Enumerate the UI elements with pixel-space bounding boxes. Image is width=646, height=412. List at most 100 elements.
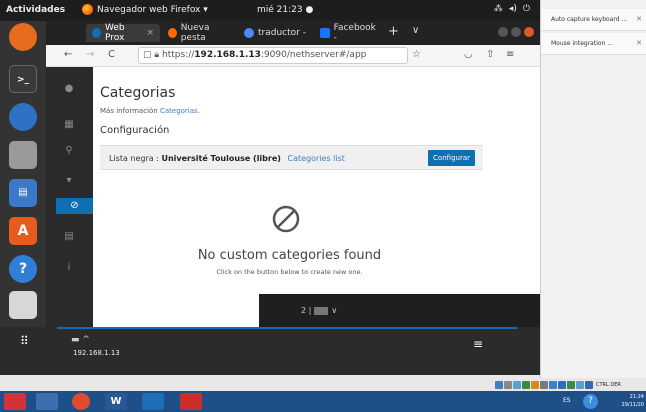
blacklist-label: Lista negra : xyxy=(109,154,159,163)
ip-address: 192.168.1.13 xyxy=(73,349,120,357)
software-dock-icon[interactable]: A xyxy=(9,217,37,245)
language-indicator[interactable]: ES xyxy=(563,397,571,404)
tab-label: traductor - xyxy=(258,28,306,38)
chrome-icon[interactable] xyxy=(72,393,90,410)
virtual-machine-display[interactable]: Actividades Navegador web Firefox ▾ mié … xyxy=(0,0,540,375)
sidebar-item-dashboard[interactable]: ● xyxy=(60,81,78,97)
tab-translator[interactable]: traductor - xyxy=(238,24,312,42)
show-apps-icon[interactable]: ⠿ xyxy=(20,334,36,350)
close-tab-icon[interactable]: × xyxy=(146,28,154,38)
bookmark-star-icon[interactable]: ☆ xyxy=(412,49,421,60)
tab-favicon xyxy=(244,28,254,38)
clock[interactable]: mié 21:23 ● xyxy=(257,5,313,15)
activities-button[interactable]: Actividades xyxy=(6,5,65,15)
usb-icon[interactable] xyxy=(531,381,539,389)
power-icon[interactable]: ⏻ xyxy=(523,4,530,14)
shield-icon: ▢ xyxy=(143,50,155,60)
menu-icon[interactable]: ≡ xyxy=(473,337,483,351)
lock-icon: 🔒︎ xyxy=(154,50,163,60)
cpu-icon[interactable] xyxy=(567,381,575,389)
maximize-icon[interactable] xyxy=(511,27,521,37)
window-controls xyxy=(498,27,534,37)
tab-favicon xyxy=(92,28,101,38)
network-status-icon[interactable] xyxy=(522,381,530,389)
tab-web-proxy[interactable]: Web Prox × xyxy=(86,23,160,43)
hdd-icon[interactable] xyxy=(495,381,503,389)
url-bar[interactable]: ▢ 🔒︎ https://192.168.1.13:9090/nethserve… xyxy=(138,47,408,64)
separator-line xyxy=(57,327,517,329)
shared-folder-icon[interactable] xyxy=(540,381,548,389)
forward-button[interactable]: → xyxy=(86,49,94,60)
sidebar-item-info[interactable]: i xyxy=(60,260,78,276)
more-info-text: Más información xyxy=(100,107,158,115)
thunderbird-dock-icon[interactable] xyxy=(9,103,37,131)
word-icon[interactable]: W xyxy=(105,393,127,410)
optical-icon[interactable] xyxy=(504,381,512,389)
volume-icon[interactable]: ◂) xyxy=(509,4,517,14)
network-icon[interactable]: ⁂ xyxy=(494,4,503,14)
app-menu-label: Navegador web Firefox ▾ xyxy=(97,4,208,15)
recording-icon[interactable] xyxy=(558,381,566,389)
close-icon[interactable]: ✕ xyxy=(636,15,642,23)
blacklist-row: Lista negra : Université Toulouse (libre… xyxy=(100,145,483,170)
ubuntu-dock: >_ ▤ A ? xyxy=(0,21,46,375)
pocket-icon[interactable]: ◡ xyxy=(464,49,473,60)
keyboard-icon[interactable] xyxy=(585,381,593,389)
audio-icon[interactable] xyxy=(513,381,521,389)
sidebar-item-filter[interactable]: ▾ xyxy=(60,173,78,189)
user-menu[interactable]: 2 | ∨ xyxy=(301,306,337,315)
files-icon[interactable] xyxy=(36,393,58,410)
url-host: 192.168.1.13 xyxy=(194,50,261,60)
vm-bottom-bar: ⠿ ▬ ^ 192.168.1.13 ≡ xyxy=(0,327,540,375)
categories-list-link[interactable]: Categories list xyxy=(287,154,344,163)
clock-date: 29/11/20 xyxy=(621,402,644,408)
files-dock-icon[interactable] xyxy=(9,141,37,169)
tab-facebook[interactable]: Facebook - xyxy=(314,23,386,43)
mouse-icon[interactable] xyxy=(576,381,584,389)
notification-mouse[interactable]: Mouse integration ... ✕ xyxy=(541,33,646,55)
configure-button[interactable]: Configurar xyxy=(428,150,475,166)
app5-icon[interactable] xyxy=(142,393,164,410)
reload-button[interactable]: C xyxy=(108,49,115,60)
more-info-link[interactable]: Categorias. xyxy=(160,107,200,115)
app-menu-icon[interactable]: ≡ xyxy=(506,49,514,60)
prohibited-icon xyxy=(272,205,300,233)
caret-up-icon: ^ xyxy=(82,335,90,345)
app6-icon[interactable] xyxy=(180,393,202,410)
close-icon[interactable]: ✕ xyxy=(636,39,642,47)
back-button[interactable]: ← xyxy=(64,49,72,60)
writer-dock-icon[interactable]: ▤ xyxy=(9,179,37,207)
start-icon[interactable] xyxy=(4,393,26,410)
help-dock-icon[interactable]: ? xyxy=(9,255,37,283)
virtualbox-status-bar: CTRL DER xyxy=(495,380,646,390)
sidebar-item-wrench[interactable]: ⚲ xyxy=(60,143,78,159)
page-title: Categorias xyxy=(100,85,176,101)
username-redacted xyxy=(314,306,329,315)
more-info-line: Más información Categorias. xyxy=(100,107,200,115)
notification-keyboard[interactable]: Auto capture keyboard ... ✕ xyxy=(541,9,646,31)
monitor-icon[interactable]: ▬ ^ xyxy=(71,335,151,349)
sidebar-item-categories[interactable]: ⊘ xyxy=(56,198,93,214)
extensions-icon[interactable]: ⇧ xyxy=(486,49,494,60)
minimize-icon[interactable] xyxy=(498,27,508,37)
terminal-dock-icon[interactable]: >_ xyxy=(9,65,37,93)
tab-list-button[interactable]: ∨ xyxy=(412,25,419,36)
system-tray[interactable]: ⁂ ◂) ⏻ xyxy=(494,4,530,14)
close-window-icon[interactable] xyxy=(524,27,534,37)
new-tab-button[interactable]: + xyxy=(388,24,399,39)
display-icon[interactable] xyxy=(549,381,557,389)
screen: Actividades Navegador web Firefox ▾ mié … xyxy=(0,0,646,412)
firefox-icon xyxy=(82,4,93,15)
help-icon[interactable]: ? xyxy=(583,394,598,409)
sidebar-item-list[interactable]: ▦ xyxy=(60,117,78,133)
url-scheme: https:// xyxy=(162,50,195,60)
system-clock[interactable]: 21:24 29/11/20 xyxy=(614,393,644,409)
firefox-dock-icon[interactable] xyxy=(9,23,37,51)
notification-text: Auto capture keyboard ... xyxy=(551,16,628,23)
blacklist-name: Université Toulouse (libre) xyxy=(161,154,281,163)
app-menu[interactable]: Navegador web Firefox ▾ xyxy=(82,4,208,15)
sidebar-item-grid[interactable]: ▤ xyxy=(60,229,78,245)
tab-favicon xyxy=(168,28,177,38)
tab-new-tab[interactable]: Nueva pesta xyxy=(162,23,236,43)
disk-dock-icon[interactable] xyxy=(9,291,37,319)
